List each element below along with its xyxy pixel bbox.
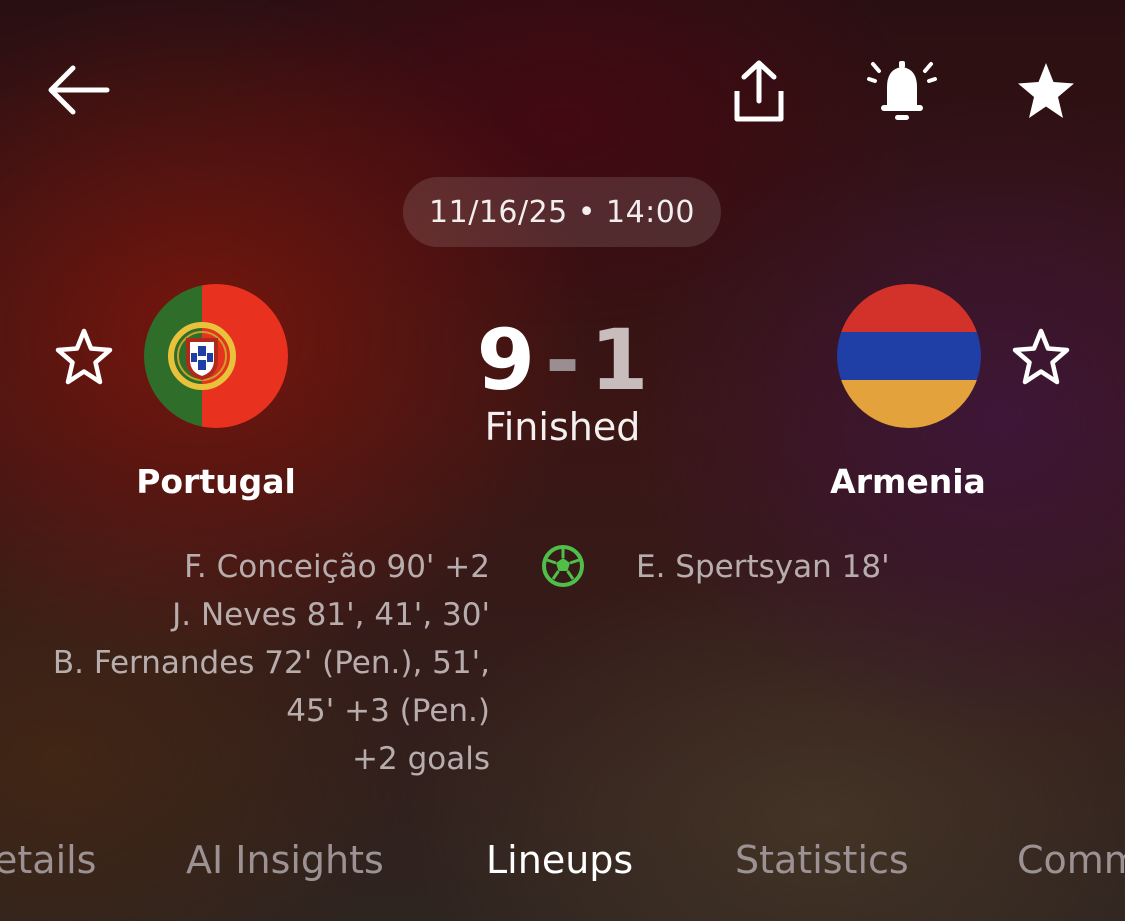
match-tabs: etails AI Insights Lineups Statistics Co… <box>0 838 1125 898</box>
match-time: 14:00 <box>605 194 695 230</box>
match-score: 9-1 <box>430 310 695 410</box>
share-icon <box>729 57 789 125</box>
star-outline-icon <box>52 327 116 387</box>
score-dash: - <box>545 311 580 409</box>
star-outline-icon <box>1009 327 1073 387</box>
scorer-line: B. Fernandes 72' (Pen.), 51', <box>52 645 490 681</box>
home-scorers: F. Conceição 90' +2 J. Neves 81', 41', 3… <box>30 543 490 783</box>
scorer-line: 45' +3 (Pen.) <box>286 693 490 729</box>
away-team-flag[interactable] <box>837 284 981 428</box>
more-goals-link[interactable]: +2 goals <box>30 735 490 783</box>
tab-statistics[interactable]: Statistics <box>735 838 909 882</box>
soccer-ball-icon <box>541 544 585 588</box>
home-score: 9 <box>476 311 536 409</box>
scorer-line: F. Conceição 90' +2 <box>184 549 490 585</box>
notifications-button[interactable] <box>866 56 938 126</box>
bell-ringing-icon <box>867 57 937 125</box>
datetime-separator: • <box>577 194 596 230</box>
match-status: Finished <box>484 405 641 449</box>
share-button[interactable] <box>728 56 790 126</box>
favorite-away-team-button[interactable] <box>1007 326 1075 388</box>
tab-ai-insights[interactable]: AI Insights <box>186 838 384 882</box>
tab-lineups[interactable]: Lineups <box>486 838 633 882</box>
match-date: 11/16/25 <box>429 194 568 230</box>
tab-commentary[interactable]: Comm <box>1017 838 1125 882</box>
match-datetime: 11/16/25 • 14:00 <box>403 177 721 247</box>
favorite-home-team-button[interactable] <box>50 326 118 388</box>
away-team-name[interactable]: Armenia <box>802 462 1014 501</box>
star-filled-icon <box>1014 60 1078 122</box>
tab-details[interactable]: etails <box>0 838 96 882</box>
home-team-name[interactable]: Portugal <box>110 462 322 501</box>
away-score: 1 <box>589 311 649 409</box>
back-button[interactable] <box>40 58 116 122</box>
scorer-line: J. Neves 81', 41', 30' <box>172 597 490 633</box>
scorer-line: E. Spertsyan 18' <box>636 549 890 585</box>
away-scorers: E. Spertsyan 18' <box>636 543 1096 591</box>
home-team-flag[interactable] <box>144 284 288 428</box>
favorite-match-button[interactable] <box>1012 58 1080 124</box>
arrow-left-icon <box>43 60 113 120</box>
